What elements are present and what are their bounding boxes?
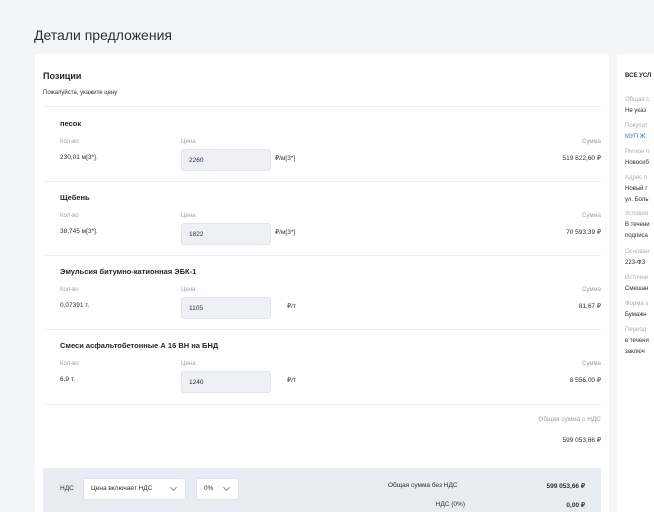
chevron-down-icon: [222, 483, 231, 492]
item-sum: 70 593,39 ₽: [566, 229, 601, 236]
price-input[interactable]: [181, 297, 271, 319]
sum-label: Сумма: [582, 287, 601, 293]
condition-label: Период: [625, 327, 647, 333]
condition-label: Общая с: [625, 97, 650, 103]
vat-amount-label: НДС (0%): [435, 501, 465, 508]
divider: [43, 106, 601, 107]
vat-rate-value: 0%: [204, 485, 214, 492]
qty-label: Кол-во: [60, 139, 79, 145]
condition-value: В течени: [625, 222, 650, 228]
price-unit: ₽/т: [287, 303, 296, 310]
sum-label: Сумма: [582, 213, 601, 219]
item-sum: 8 556,00 ₽: [569, 377, 601, 384]
condition-value: ул. Боль: [625, 197, 649, 203]
sum-label: Сумма: [582, 361, 601, 367]
sum-label: Сумма: [582, 139, 601, 145]
price-label: Цена: [181, 213, 196, 219]
divider: [43, 255, 601, 256]
price-input[interactable]: [181, 149, 271, 171]
conditions-panel: ВСЕ УСЛ Общая с Не указ Покупат МУП Ж Ре…: [617, 54, 654, 512]
condition-label: Условия: [625, 211, 649, 217]
total-no-vat-value: 599 053,66 ₽: [546, 483, 585, 490]
price-label: Цена: [181, 287, 196, 293]
item-name: Эмульсия битумно-катионная ЭБК-1: [60, 267, 197, 276]
price-unit: ₽/м[3*]: [275, 155, 296, 162]
condition-value: Бумажн: [625, 312, 647, 318]
item-name: Смеси асфальтобетонные А 16 ВН на БНД: [60, 341, 219, 350]
item-name: Щебень: [60, 193, 90, 202]
condition-label: Покупат: [625, 123, 648, 129]
total-with-vat-value: 599 053,66 ₽: [562, 437, 601, 444]
item-sum: 519 822,60 ₽: [562, 155, 601, 162]
qty-label: Кол-во: [60, 213, 79, 219]
price-unit: ₽/м[3*]: [275, 229, 296, 236]
condition-label: Адрес п: [625, 175, 648, 181]
item-qty: 230,01 м[3*].: [60, 154, 98, 161]
condition-label: Источни: [625, 275, 648, 281]
price-label: Цена: [181, 361, 196, 367]
price-input[interactable]: [181, 371, 271, 393]
vat-rate-select[interactable]: 0%: [196, 478, 239, 500]
item-qty: 0,07391 т.: [60, 302, 90, 309]
price-unit: ₽/т: [287, 377, 296, 384]
vat-panel: НДС Цена включает НДС 0% Общая сумма без…: [43, 468, 601, 512]
condition-value: подписа: [625, 233, 648, 239]
condition-value: 223-ФЗ: [625, 260, 646, 266]
price-label: Цена: [181, 139, 196, 145]
condition-label: Форма з: [625, 301, 649, 307]
vat-mode-value: Цена включает НДС: [91, 485, 153, 492]
condition-value: Смешан: [625, 286, 649, 292]
price-input[interactable]: [181, 223, 271, 245]
condition-label: Основан: [625, 249, 650, 255]
condition-value: Новосиб: [625, 160, 649, 166]
divider: [43, 181, 601, 182]
condition-label: Регион п: [625, 149, 650, 155]
positions-card: Позиции Пожалуйста, укажите цену песок К…: [35, 54, 609, 512]
conditions-header: ВСЕ УСЛ: [625, 73, 652, 79]
condition-value: Не указ: [625, 108, 647, 114]
item-sum: 81,67 ₽: [578, 303, 601, 310]
chevron-down-icon: [169, 483, 178, 492]
divider: [43, 329, 601, 330]
vat-label: НДС: [60, 485, 74, 492]
vat-amount-value: 0,00 ₽: [566, 502, 585, 509]
buyer-link[interactable]: МУП Ж: [625, 134, 645, 140]
total-no-vat-label: Общая сумма без НДС: [388, 482, 458, 489]
condition-value: в течени: [625, 338, 649, 344]
item-name: песок: [60, 119, 82, 128]
item-qty: 6,9 т.: [60, 376, 75, 383]
positions-title: Позиции: [43, 71, 82, 81]
divider: [43, 404, 601, 405]
vat-mode-select[interactable]: Цена включает НДС: [83, 478, 186, 500]
item-qty: 38,745 м[3*].: [60, 228, 98, 235]
total-with-vat-label: Общая сумма с НДС: [538, 416, 601, 423]
positions-subtitle: Пожалуйста, укажите цену: [43, 90, 118, 96]
condition-value: заключ: [625, 349, 645, 355]
page-title: Детали предложения: [34, 27, 172, 43]
qty-label: Кол-во: [60, 287, 79, 293]
condition-value: Новый г: [625, 186, 648, 192]
qty-label: Кол-во: [60, 361, 79, 367]
